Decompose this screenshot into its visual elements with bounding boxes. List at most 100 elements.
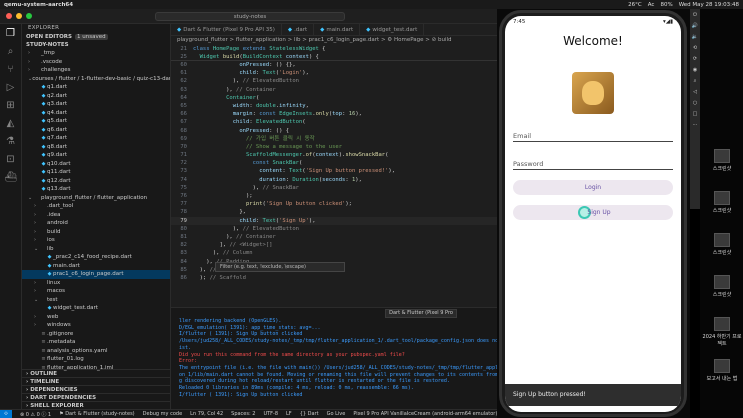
code-line[interactable]: 62 ), // ElevatedButton [171,77,497,85]
code-line[interactable]: 72 const SnackBar( [171,159,497,167]
file-item[interactable]: ≡ flutter_01.log [22,355,170,364]
code-line[interactable]: 75 ), // SnackBar [171,184,497,192]
menubar-status-item[interactable]: 26°C [628,2,642,8]
file-item[interactable]: ◆ _prac2_c14_food_recipe.dart [22,253,170,262]
folder-item[interactable]: › web [22,313,170,322]
status-item[interactable]: Go Live [327,411,346,417]
status-item[interactable]: UTF-8 [263,411,278,417]
folder-item[interactable]: ⌄ lib [22,245,170,254]
desktop-file-icon[interactable]: 스크린샷 [702,149,742,172]
folder-item[interactable]: › .idea [22,211,170,220]
editor-tab[interactable]: ◆ .dart [282,24,315,35]
code-line[interactable]: 79 child: Text('Sign Up'), [171,216,497,225]
editor-tab[interactable]: ◆ widget_test.dart [360,24,425,35]
source-control-icon[interactable]: ⑂ [5,64,17,76]
code-line[interactable]: 67 child: ElevatedButton( [171,118,497,126]
code-line[interactable]: 71 ScaffoldMessenger.of(context).showSna… [171,151,497,159]
folder-item[interactable]: ⌄ courses / flutter / 1-flutter-dev-basic… [22,75,170,84]
remote-icon[interactable]: ⊡ [5,154,17,166]
rotate-icon[interactable]: ⟲ [693,45,697,51]
file-item[interactable]: ◆ q12.dart [22,177,170,186]
login-button[interactable]: Login [513,180,673,195]
file-item[interactable]: ◆ q3.dart [22,100,170,109]
status-item[interactable]: Pixel 9 Pro API VanillaIceCream (android… [353,411,497,417]
desktop-file-icon[interactable]: 스크린샷 [702,191,742,214]
status-item[interactable]: LF [286,411,292,417]
menubar-status-item[interactable]: Wed May 28 19:03:48 [679,2,739,8]
status-item[interactable]: ⊗ 0 ⚠ 0 ⓘ 1 [20,411,51,418]
files-icon[interactable]: ❐ [5,28,17,40]
code-line[interactable]: 76 ); [171,192,497,200]
code-line[interactable]: 70 // Show a message to the user [171,143,497,151]
file-item[interactable]: ◆ q13.dart [22,185,170,194]
file-item[interactable]: ◆ q6.dart [22,126,170,135]
file-item[interactable]: ◆ q2.dart [22,92,170,101]
menubar-status-item[interactable]: 80% [660,2,672,8]
code-line[interactable]: 83 ), // Column [171,249,497,257]
password-field[interactable]: Password [513,154,673,170]
folder-item[interactable]: › windows [22,321,170,330]
phone-screen[interactable]: 7:45 ▾◢▮ Welcome! Email Password Login S… [505,16,681,412]
status-item[interactable]: Ln 79, Col 42 [190,411,223,417]
email-field[interactable]: Email [513,126,673,142]
sidebar-section[interactable]: › SHELL EXPLORER [22,401,170,409]
code-line[interactable]: 65 width: double.infinity, [171,102,497,110]
signup-button[interactable]: Sign Up [513,205,673,220]
file-item[interactable]: ≡ .metadata [22,338,170,347]
close-button[interactable] [6,13,12,19]
open-editors-section[interactable]: OPEN EDITORS 1 unsaved [22,33,170,41]
more-icon[interactable]: ⋯ [693,122,698,128]
console-session-select[interactable]: Dart & Flutter (Pixel 9 Pro [385,308,457,318]
workspace-root[interactable]: STUDY-NOTES [22,41,170,49]
file-item[interactable]: ◆ q4.dart [22,109,170,118]
desktop-file-icon[interactable]: 스크린샷 [702,233,742,256]
minimize-button[interactable] [16,13,22,19]
code-line[interactable]: 68 onPressed: () { [171,127,497,135]
code-line[interactable]: 80 ), // ElevatedButton [171,225,497,233]
folder-item[interactable]: › linux [22,279,170,288]
power-icon[interactable]: ⏻ [693,12,697,18]
file-item[interactable]: ◆ q7.dart [22,134,170,143]
desktop-file-icon[interactable]: 스크린샷 [702,275,742,298]
folder-item[interactable]: › android [22,219,170,228]
code-line[interactable]: 61 child: Text('Login'), [171,69,497,77]
sidebar-section[interactable]: › TIMELINE [22,377,170,385]
status-item[interactable]: {} Dart [300,411,319,417]
overview-icon[interactable]: □ [693,111,698,117]
editor-tab[interactable]: ◆ main.dart [314,24,361,35]
search-icon[interactable]: ⌕ [5,46,17,58]
sidebar-section[interactable]: › DEPENDENCIES [22,385,170,393]
zoom-button[interactable] [26,13,32,19]
folder-item[interactable]: › challenges [22,66,170,75]
file-item[interactable]: ◆ main.dart [22,262,170,271]
status-item[interactable]: ⚑ Dart & Flutter (study-notes) [59,411,135,417]
back-icon[interactable]: ◁ [693,89,697,95]
status-item[interactable]: Spaces: 2 [231,411,255,417]
file-item[interactable]: ◆ q11.dart [22,168,170,177]
code-line[interactable]: 82 ], // <Widget>[] [171,241,497,249]
volume-up-icon[interactable]: 🔊 [692,23,698,29]
menubar-status-item[interactable]: Ac [648,2,655,8]
desktop-file-icon[interactable]: 2024 하반기 프로젝트 [702,317,742,347]
file-item[interactable]: ◆ q5.dart [22,117,170,126]
file-item[interactable]: ◆ prac1_c6_login_page.dart [22,270,170,279]
file-item[interactable]: ◆ q10.dart [22,160,170,169]
window-controls[interactable] [6,13,32,19]
code-line[interactable]: 64 Container( [171,94,497,102]
code-line[interactable]: 77 print('Sign Up button clicked'); [171,200,497,208]
code-line[interactable]: 69 // 가입 버튼 클릭 시 동작 [171,135,497,143]
file-item[interactable]: ≡ analysis_options.yaml [22,347,170,356]
folder-item[interactable]: › macos [22,287,170,296]
folder-item[interactable]: ⌄ test [22,296,170,305]
rotate-right-icon[interactable]: ⟳ [693,56,697,62]
folder-item[interactable]: › .vscode [22,58,170,67]
remote-indicator[interactable]: ⟐ [0,409,12,418]
code-line[interactable]: 74 duration: Duration(seconds: 1), [171,176,497,184]
file-item[interactable]: ◆ q1.dart [22,83,170,92]
folder-item[interactable]: ⌄ playground_flutter / flutter_applicatio… [22,194,170,203]
testing-icon[interactable]: ⚗ [5,136,17,148]
breadcrumb[interactable]: playground_flutter > flutter_application… [171,36,497,45]
file-item[interactable]: ◆ q9.dart [22,151,170,160]
folder-item[interactable]: › .dart_tool [22,202,170,211]
extensions-icon[interactable]: ⊞ [5,100,17,112]
